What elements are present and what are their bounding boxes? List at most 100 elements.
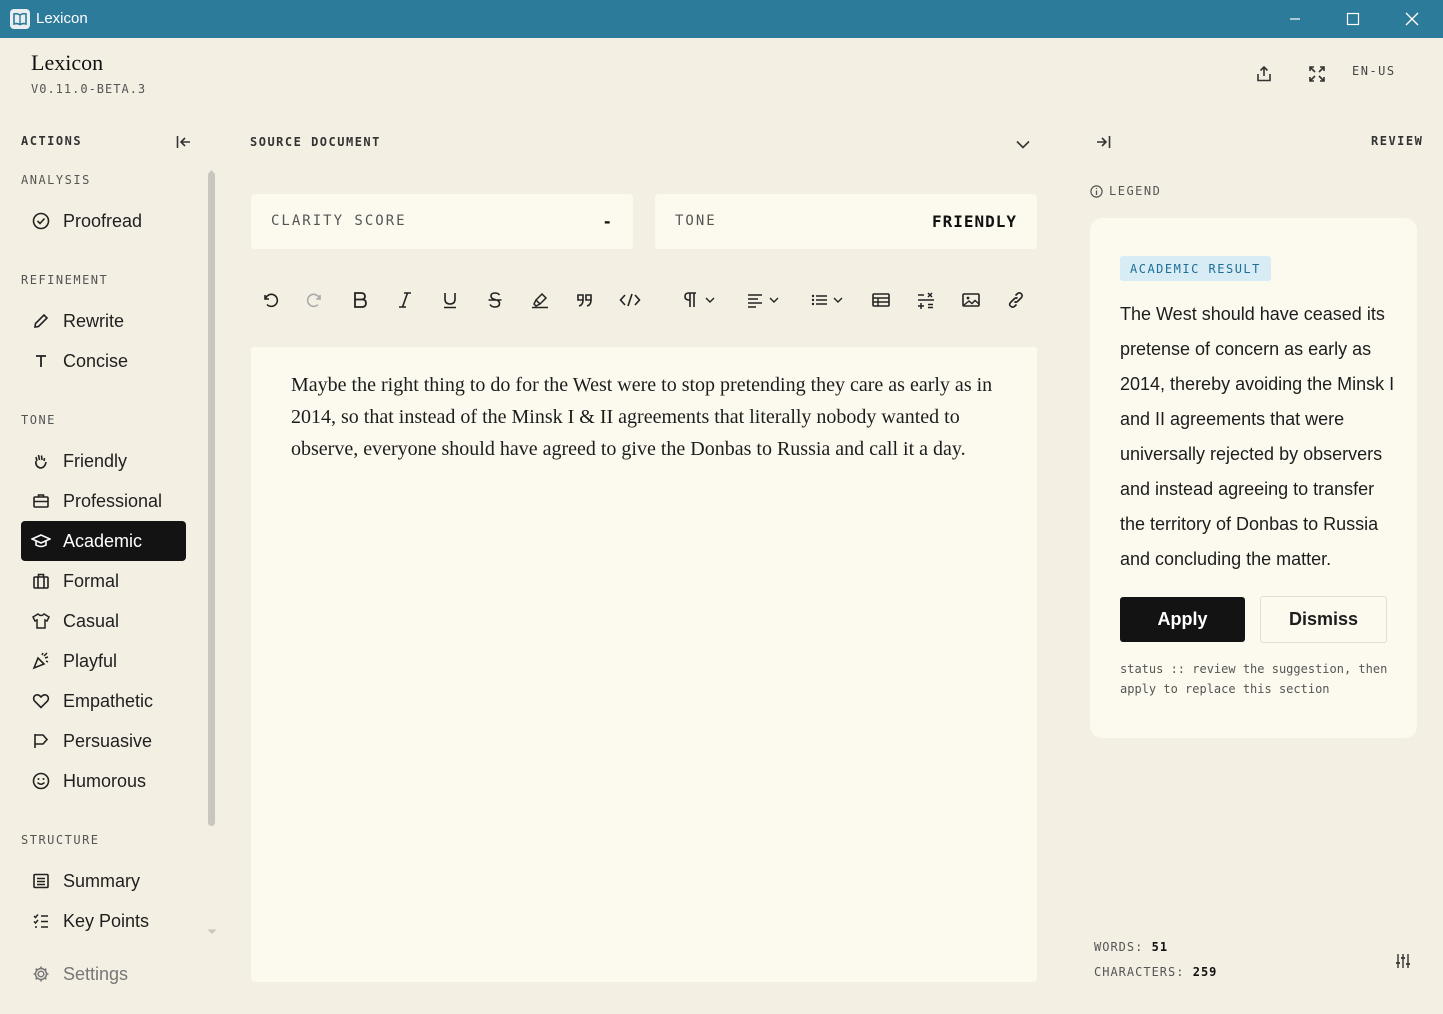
sidebar-item-label: Formal <box>63 570 120 591</box>
adjust-settings-button[interactable] <box>1392 950 1414 972</box>
image-button[interactable] <box>959 282 983 318</box>
sidebar-item-label: Summary <box>63 870 141 891</box>
redo-button[interactable] <box>303 282 327 318</box>
link-icon <box>1008 292 1023 308</box>
word-count-label: WORDS: <box>1094 940 1144 954</box>
sidebar-scrollbar[interactable] <box>208 172 215 826</box>
sidebar-item-proofread[interactable]: Proofread <box>21 201 186 241</box>
review-heading: REVIEW <box>1371 134 1424 148</box>
app-book-icon <box>10 9 30 29</box>
maximize-button[interactable] <box>1324 0 1382 38</box>
underline-button[interactable] <box>438 282 462 318</box>
sidebar-item-label: Casual <box>63 610 120 631</box>
bold-button[interactable] <box>348 282 372 318</box>
party-popper-icon <box>31 651 51 671</box>
collapse-review-button[interactable] <box>1091 131 1115 153</box>
sidebar-item-persuasive[interactable]: Persuasive <box>21 721 186 761</box>
code-icon <box>619 293 641 307</box>
underline-icon <box>444 293 456 309</box>
collapse-sidebar-button[interactable] <box>172 131 196 153</box>
app-brand: Lexicon <box>31 50 104 75</box>
version-label: V0.11.0-BETA.3 <box>31 82 147 96</box>
pencil-icon <box>31 311 51 331</box>
table-button[interactable] <box>869 282 893 318</box>
align-dropdown[interactable] <box>744 282 784 318</box>
sidebar-item-formal[interactable]: Formal <box>21 561 186 601</box>
sidebar-item-summary[interactable]: Summary <box>21 861 186 901</box>
legend-toggle[interactable]: LEGEND <box>1090 184 1161 198</box>
word-count: WORDS: 51 <box>1094 940 1168 954</box>
sidebar-item-label: Empathetic <box>63 690 154 711</box>
source-document-heading: SOURCE DOCUMENT <box>250 135 381 149</box>
sidebar-item-friendly[interactable]: Friendly <box>21 441 186 481</box>
suitcase-icon <box>31 571 51 591</box>
formatting-toolbar <box>250 282 1037 318</box>
tshirt-icon <box>31 611 51 631</box>
dismiss-button[interactable]: Dismiss <box>1260 596 1387 643</box>
sidebar-item-casual[interactable]: Casual <box>21 601 186 641</box>
section-refinement: REFINEMENT <box>21 273 109 287</box>
blockquote-button[interactable] <box>573 282 597 318</box>
sidebar-item-rewrite[interactable]: Rewrite <box>21 301 186 341</box>
sidebar-item-label: Persuasive <box>63 730 153 751</box>
document-text[interactable]: Maybe the right thing to do for the West… <box>291 369 997 465</box>
sidebar-item-label: Proofread <box>63 210 143 231</box>
character-count: CHARACTERS: 259 <box>1094 965 1217 979</box>
redo-icon <box>306 293 321 308</box>
math-button[interactable] <box>914 282 938 318</box>
document-editor[interactable]: Maybe the right thing to do for the West… <box>251 347 1037 982</box>
undo-button[interactable] <box>258 282 282 318</box>
title-bar: Lexicon <box>0 0 1443 38</box>
language-selector[interactable]: EN-US <box>1352 64 1396 78</box>
sidebar-item-settings[interactable]: Settings <box>21 954 186 994</box>
briefcase-icon <box>31 491 51 511</box>
legend-label: LEGEND <box>1109 184 1162 198</box>
section-structure: STRUCTURE <box>21 833 100 847</box>
fullscreen-button[interactable] <box>1303 60 1331 88</box>
list-dropdown[interactable] <box>808 282 848 318</box>
status-message: status :: review the suggestion, then ap… <box>1120 662 1388 696</box>
character-count-value: 259 <box>1192 965 1218 979</box>
clarity-score-label: CLARITY SCORE <box>271 213 407 229</box>
sidebar-item-academic[interactable]: Academic <box>21 521 186 561</box>
strikethrough-button[interactable] <box>483 282 507 318</box>
sidebar-item-label: Playful <box>63 650 118 671</box>
link-button[interactable] <box>1004 282 1028 318</box>
italic-icon <box>399 292 411 308</box>
heart-icon <box>31 691 51 711</box>
quote-icon <box>577 294 592 307</box>
scroll-down-arrow[interactable] <box>207 920 217 939</box>
checklist-icon <box>31 911 51 931</box>
source-document-toggle[interactable] <box>1012 134 1034 154</box>
result-badge: ACADEMIC RESULT <box>1120 256 1271 281</box>
strikethrough-icon <box>488 292 502 308</box>
close-button[interactable] <box>1383 0 1441 38</box>
sidebar-item-label: Humorous <box>63 770 147 791</box>
section-tone: TONE <box>21 413 56 427</box>
collapse-left-icon <box>176 136 190 148</box>
italic-button[interactable] <box>393 282 417 318</box>
flag-arrow-icon <box>31 731 51 751</box>
sidebar-item-concise[interactable]: Concise <box>21 341 186 381</box>
apply-button[interactable]: Apply <box>1120 597 1245 642</box>
share-button[interactable] <box>1250 60 1278 88</box>
code-button[interactable] <box>618 282 642 318</box>
paragraph-icon <box>684 292 715 307</box>
minimize-button[interactable] <box>1266 0 1324 38</box>
sidebar-item-professional[interactable]: Professional <box>21 481 186 521</box>
clarity-score-value: - <box>602 212 613 231</box>
character-count-label: CHARACTERS: <box>1094 965 1185 979</box>
window-title: Lexicon <box>36 10 88 27</box>
check-circle-icon <box>31 211 51 231</box>
clarity-score-card: CLARITY SCORE - <box>251 194 633 249</box>
bold-icon <box>354 292 367 308</box>
sidebar-item-empathetic[interactable]: Empathetic <box>21 681 186 721</box>
share-icon <box>1257 65 1271 82</box>
sidebar-item-label: Friendly <box>63 450 128 471</box>
text-t-icon <box>31 351 51 371</box>
sidebar-item-playful[interactable]: Playful <box>21 641 186 681</box>
sidebar-item-humorous[interactable]: Humorous <box>21 761 186 801</box>
sidebar-item-key-points[interactable]: Key Points <box>21 901 186 941</box>
highlight-button[interactable] <box>528 282 552 318</box>
paragraph-dropdown[interactable] <box>680 282 720 318</box>
